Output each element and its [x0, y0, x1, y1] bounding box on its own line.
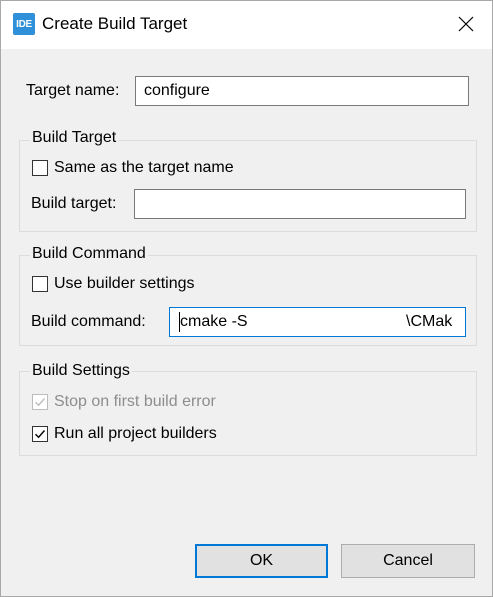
- build-settings-group: [19, 371, 477, 456]
- checkmark-icon: [35, 430, 46, 439]
- same-as-target-name-checkbox[interactable]: [32, 160, 48, 176]
- build-command-label: Build command:: [31, 313, 146, 330]
- build-command-input[interactable]: cmake -S \CMak: [169, 307, 466, 337]
- same-as-target-name-label: Same as the target name: [54, 159, 234, 176]
- ok-button[interactable]: OK: [195, 544, 328, 578]
- title-bar: IDE Create Build Target: [1, 1, 492, 49]
- ide-app-icon: IDE: [13, 13, 35, 35]
- build-command-value-start: cmake -S: [180, 313, 248, 330]
- run-all-builders-checkbox[interactable]: [32, 426, 48, 442]
- use-builder-settings-checkbox[interactable]: [32, 276, 48, 292]
- use-builder-settings-label: Use builder settings: [54, 275, 195, 292]
- build-target-label: Build target:: [31, 195, 117, 212]
- checkmark-icon: [35, 398, 46, 407]
- target-name-label: Target name:: [26, 82, 120, 99]
- cancel-button[interactable]: Cancel: [341, 544, 475, 578]
- text-caret: [179, 312, 180, 332]
- run-all-builders-label: Run all project builders: [54, 425, 217, 442]
- build-settings-group-title: Build Settings: [30, 362, 132, 380]
- build-target-group-title: Build Target: [30, 129, 119, 147]
- dialog-title: Create Build Target: [42, 14, 188, 33]
- build-command-group-title: Build Command: [30, 245, 148, 263]
- target-name-input[interactable]: configure: [135, 76, 469, 106]
- build-target-input[interactable]: [134, 189, 466, 219]
- build-command-value-end: \CMak: [406, 313, 453, 330]
- close-button[interactable]: [445, 7, 487, 41]
- create-build-target-dialog: IDE Create Build Target Target name: con…: [0, 0, 493, 597]
- stop-on-first-error-label: Stop on first build error: [54, 393, 216, 410]
- stop-on-first-error-checkbox: [32, 394, 48, 410]
- close-icon: [458, 16, 474, 32]
